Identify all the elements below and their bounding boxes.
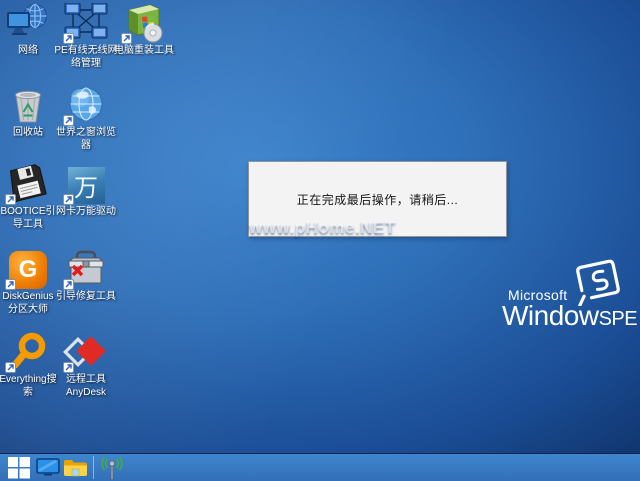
- diskgenius-glyph: G: [19, 256, 38, 284]
- shortcut-arrow-icon: [63, 194, 74, 205]
- antenna-signal-icon: [98, 455, 126, 480]
- taskbar: [0, 453, 640, 481]
- wireless-signal-tray-icon[interactable]: [97, 454, 127, 481]
- windows-pe-logo: Microsoft WindowSPE: [500, 256, 640, 336]
- shortcut-arrow-icon: [5, 362, 16, 373]
- shortcut-arrow-icon: [63, 279, 74, 290]
- taskbar-separator: [93, 456, 94, 479]
- anydesk-diamond-icon: [62, 332, 110, 372]
- desktop-icon-boot-repair[interactable]: 引导修复工具: [44, 249, 128, 304]
- watermark-text: www.pHome.NET: [249, 218, 396, 238]
- windowspe-wordmark: WindowSPE: [502, 300, 637, 332]
- desktop-icon-anydesk[interactable]: 远程工具 AnyDesk: [44, 332, 128, 399]
- desktop-icon-label: 远程工具 AnyDesk: [44, 374, 128, 399]
- software-box-cd-icon: [120, 3, 168, 43]
- globe-browser-icon: [62, 85, 110, 125]
- desktop-icon-label: 引导修复工具: [44, 291, 128, 304]
- this-pc-button[interactable]: [35, 454, 61, 481]
- desktop-icon-label: 网卡万能驱动: [44, 206, 128, 219]
- shortcut-arrow-icon: [63, 115, 74, 126]
- shortcut-arrow-icon: [63, 33, 74, 44]
- windows-start-icon: [8, 457, 30, 479]
- shortcut-arrow-icon: [63, 362, 74, 373]
- desktop-icon-nic-universal-driver[interactable]: 万 网卡万能驱动: [44, 164, 128, 219]
- wan-glyph: 万: [74, 168, 98, 203]
- desktop-icon-label: 电脑重装工具: [102, 45, 186, 58]
- monitor-icon: [36, 458, 60, 477]
- toolbox-repair-icon: [62, 249, 110, 289]
- desktop-background: 网络 PE有线无线网 络管理: [0, 0, 640, 481]
- shortcut-arrow-icon: [121, 33, 132, 44]
- shortcut-arrow-icon: [5, 279, 16, 290]
- wan-tile-icon: 万: [62, 164, 110, 204]
- shortcut-arrow-icon: [5, 194, 16, 205]
- windows-pe-emblem-icon: [570, 256, 626, 306]
- desktop-icon-world-window-browser[interactable]: 世界之窗浏览 器: [44, 85, 128, 152]
- folder-icon: [63, 458, 88, 478]
- desktop-icon-pc-reinstall-tool[interactable]: 电脑重装工具: [102, 3, 186, 58]
- file-explorer-button[interactable]: [62, 454, 89, 481]
- desktop-icon-label: 世界之窗浏览 器: [44, 127, 128, 152]
- progress-message: 正在完成最后操作，请稍后...: [297, 191, 459, 208]
- start-button[interactable]: [5, 454, 33, 481]
